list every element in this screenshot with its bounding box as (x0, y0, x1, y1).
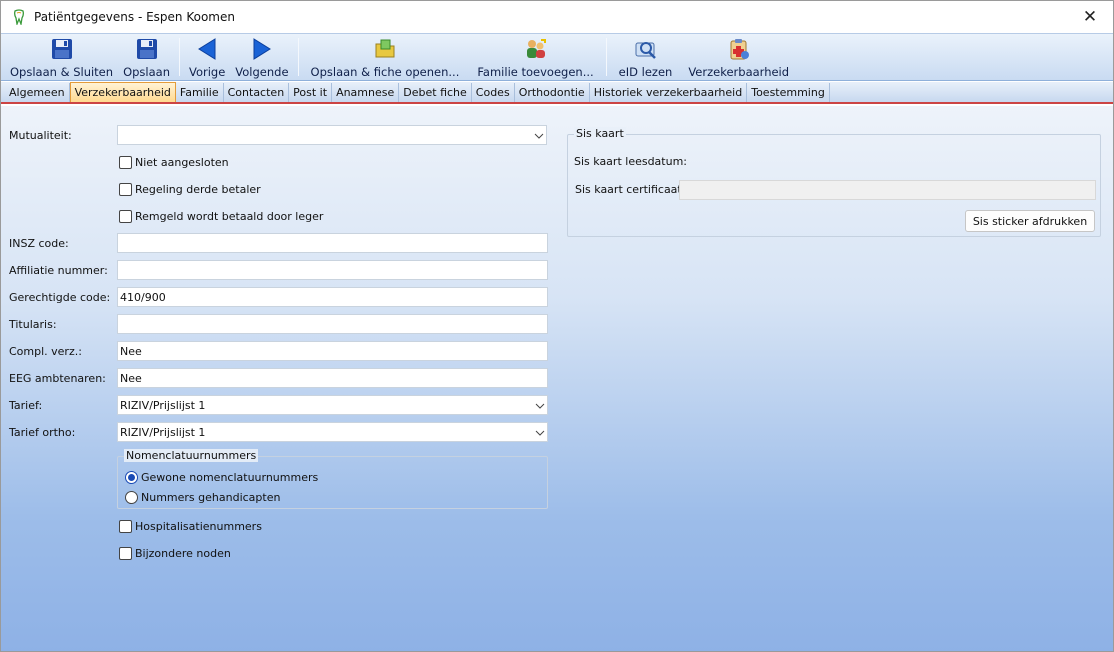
tab-familie[interactable]: Familie (176, 83, 224, 102)
patient-window: Patiëntgegevens - Espen Koomen ✕ Opslaan… (0, 0, 1114, 652)
insz-label: INSZ code: (9, 237, 69, 250)
tooth-app-icon (12, 9, 26, 27)
sis-certificaat-label: Sis kaart certificaat: (575, 183, 686, 196)
arrow-right-icon (251, 38, 273, 60)
chevron-down-icon (535, 427, 545, 436)
nomenclatuur-group: Nomenclatuurnummers Gewone nomenclatuurn… (117, 449, 548, 509)
save-close-button[interactable]: Opslaan & Sluiten (5, 34, 118, 80)
bijzondere-noden-checkbox[interactable]: Bijzondere noden (119, 547, 231, 560)
previous-button[interactable]: Vorige (184, 34, 230, 80)
sis-kaart-title: Sis kaart (574, 127, 626, 140)
tab-debet-fiche[interactable]: Debet fiche (399, 83, 472, 102)
sis-certificaat-field (679, 180, 1096, 200)
tarief-label: Tarief: (9, 399, 43, 412)
chevron-down-icon (535, 400, 545, 409)
gerechtigde-input[interactable]: 410/900 (117, 287, 548, 307)
save-open-fiche-button[interactable]: Opslaan & fiche openen... (303, 34, 468, 80)
family-icon (525, 38, 547, 60)
tab-codes[interactable]: Codes (472, 83, 515, 102)
window-title: Patiëntgegevens - Espen Koomen (34, 10, 235, 24)
sis-sticker-print-button[interactable]: Sis sticker afdrukken (965, 210, 1095, 232)
remgeld-leger-checkbox[interactable]: Remgeld wordt betaald door leger (119, 210, 323, 223)
insurability-panel: Mutualiteit: Niet aangesloten Regeling d… (1, 106, 1113, 651)
affiliatie-input[interactable] (117, 260, 548, 280)
niet-aangesloten-checkbox[interactable]: Niet aangesloten (119, 156, 229, 169)
folder-icon (374, 38, 396, 60)
tab-orthodontie[interactable]: Orthodontie (515, 83, 590, 102)
toolbar: Opslaan & Sluiten Opslaan Vorige Volgend… (1, 33, 1113, 81)
eeg-input[interactable]: Nee (117, 368, 548, 388)
save-open-fiche-label: Opslaan & fiche openen... (310, 65, 460, 79)
hospitalisatie-checkbox[interactable]: Hospitalisatienummers (119, 520, 262, 533)
floppy-disk-icon (51, 38, 73, 60)
toolbar-separator (605, 38, 607, 76)
arrow-left-icon (196, 38, 218, 60)
save-close-label: Opslaan & Sluiten (10, 65, 114, 79)
add-family-label: Familie toevoegen... (477, 65, 594, 79)
affiliatie-label: Affiliatie nummer: (9, 264, 108, 277)
nomenclatuur-group-title: Nomenclatuurnummers (124, 449, 259, 462)
gewone-nomenclatuur-radio[interactable]: Gewone nomenclatuurnummers (125, 471, 318, 484)
insz-input[interactable] (117, 233, 548, 253)
toolbar-separator (297, 38, 299, 76)
tab-strip: Algemeen Verzekerbaarheid Familie Contac… (1, 82, 1113, 104)
gerechtigde-label: Gerechtigde code: (9, 291, 111, 304)
save-label: Opslaan (123, 65, 170, 79)
floppy-disk-icon (136, 38, 158, 60)
tab-post-it[interactable]: Post it (289, 83, 333, 102)
tab-historiek-verzekerbaarheid[interactable]: Historiek verzekerbaarheid (590, 83, 748, 102)
tarief-ortho-label: Tarief ortho: (9, 426, 76, 439)
compl-verz-input[interactable]: Nee (117, 341, 548, 361)
read-eid-button[interactable]: eID lezen (611, 34, 681, 80)
close-icon[interactable]: ✕ (1067, 1, 1113, 33)
tab-anamnese[interactable]: Anamnese (332, 83, 400, 102)
next-button[interactable]: Volgende (230, 34, 293, 80)
sis-kaart-group: Sis kaart Sis kaart leesdatum: Sis kaart… (567, 127, 1101, 237)
tarief-ortho-select[interactable]: RIZIV/Prijslijst 1 (117, 422, 548, 442)
title-bar: Patiëntgegevens - Espen Koomen ✕ (1, 1, 1113, 33)
previous-label: Vorige (188, 65, 226, 79)
derde-betaler-checkbox[interactable]: Regeling derde betaler (119, 183, 261, 196)
tab-verzekerbaarheid[interactable]: Verzekerbaarheid (69, 82, 176, 102)
next-label: Volgende (235, 65, 289, 79)
mutualiteit-label: Mutualiteit: (9, 129, 72, 142)
read-eid-label: eID lezen (618, 65, 673, 79)
titularis-input[interactable] (117, 314, 548, 334)
insurability-label: Verzekerbaarheid (688, 65, 790, 79)
titularis-label: Titularis: (9, 318, 57, 331)
eeg-label: EEG ambtenaren: (9, 372, 106, 385)
medical-clipboard-icon (728, 38, 750, 60)
tarief-select[interactable]: RIZIV/Prijslijst 1 (117, 395, 548, 415)
save-button[interactable]: Opslaan (118, 34, 175, 80)
toolbar-separator (178, 38, 180, 76)
tab-contacten[interactable]: Contacten (224, 83, 290, 102)
sis-leesdatum-label: Sis kaart leesdatum: (574, 155, 688, 168)
insurability-button[interactable]: Verzekerbaarheid (680, 34, 794, 80)
chevron-down-icon (534, 130, 544, 139)
tab-toestemming[interactable]: Toestemming (747, 83, 830, 102)
id-card-search-icon (635, 38, 657, 60)
mutualiteit-select[interactable] (117, 125, 547, 145)
tab-algemeen[interactable]: Algemeen (5, 83, 70, 102)
add-family-button[interactable]: Familie toevoegen... (467, 34, 601, 80)
gehandicapten-radio[interactable]: Nummers gehandicapten (125, 491, 280, 504)
compl-verz-label: Compl. verz.: (9, 345, 82, 358)
